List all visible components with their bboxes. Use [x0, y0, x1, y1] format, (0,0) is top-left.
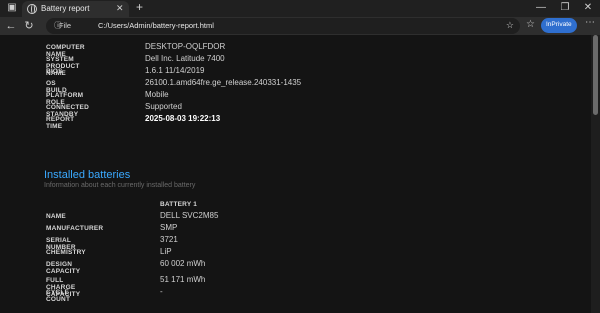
battery-value: 3721: [160, 235, 178, 244]
system-info-value: Mobile: [145, 90, 169, 99]
maximize-icon[interactable]: ❐: [555, 1, 575, 15]
more-options-icon[interactable]: ⋯: [585, 17, 595, 28]
battery-label: CHEMISTRY: [46, 249, 86, 256]
battery-column-header: BATTERY 1: [160, 201, 198, 208]
close-window-icon[interactable]: ✕: [578, 1, 598, 15]
new-tab-button[interactable]: +: [136, 0, 143, 14]
back-icon[interactable]: ←: [3, 18, 19, 34]
tab-title: Battery report: [41, 4, 90, 13]
tab-strip: ▣ Battery report ✕ + — ❐ ✕: [0, 0, 600, 17]
battery-value: SMP: [160, 223, 178, 232]
tab-battery-report[interactable]: Battery report ✕: [22, 1, 129, 17]
installed-batteries-heading: Installed batteries: [44, 169, 131, 181]
battery-label: CYCLE COUNT: [46, 289, 71, 303]
inprivate-badge[interactable]: InPrivate: [541, 18, 577, 33]
url-text[interactable]: C:/Users/Admin/battery-report.html: [98, 21, 214, 30]
system-info-value: 26100.1.amd64fre.ge_release.240331-1435: [145, 78, 302, 87]
page-content: COMPUTER NAME DESKTOP-OQLFDOR SYSTEM PRODU…: [0, 35, 600, 313]
battery-value: -: [160, 287, 163, 296]
battery-value: 51 171 mWh: [160, 275, 206, 284]
tab-actions-icon[interactable]: ▣: [2, 1, 22, 15]
battery-value: DELL SVC2M85: [160, 211, 219, 220]
system-info-label: BIOS: [46, 68, 63, 75]
toolbar: ← ↻ ⓘ File C:/Users/Admin/battery-report…: [0, 17, 600, 35]
system-info-value: Dell Inc. Latitude 7400: [145, 54, 225, 63]
battery-value: LiP: [160, 247, 172, 256]
system-info-label: REPORT TIME: [46, 116, 75, 130]
minimize-icon[interactable]: —: [531, 1, 551, 15]
battery-label: NAME: [46, 213, 66, 220]
globe-icon: [27, 4, 37, 14]
scroll-thumb[interactable]: [593, 35, 598, 115]
inprivate-label: InPrivate: [546, 21, 572, 28]
system-info-value: DESKTOP-OQLFDOR: [145, 42, 226, 51]
system-info-value: 1.6.1 11/14/2019: [145, 66, 205, 75]
battery-value: 60 002 mWh: [160, 259, 206, 268]
file-label: File: [59, 21, 72, 30]
refresh-icon[interactable]: ↻: [21, 18, 37, 34]
scrollbar[interactable]: ▲: [591, 35, 600, 313]
system-info-value: 2025-08-03 19:22:13: [145, 114, 221, 123]
installed-batteries-subtitle: Information about each currently install…: [44, 182, 196, 189]
battery-label: DESIGN CAPACITY: [46, 261, 81, 275]
address-bar[interactable]: ⓘ File C:/Users/Admin/battery-report.htm…: [46, 18, 520, 34]
battery-label: MANUFACTURER: [46, 225, 104, 232]
add-favorite-icon[interactable]: ☆: [506, 20, 514, 31]
system-info-value: Supported: [145, 102, 182, 111]
tab-close-icon[interactable]: ✕: [116, 3, 124, 14]
favorites-icon[interactable]: ☆: [526, 19, 535, 30]
